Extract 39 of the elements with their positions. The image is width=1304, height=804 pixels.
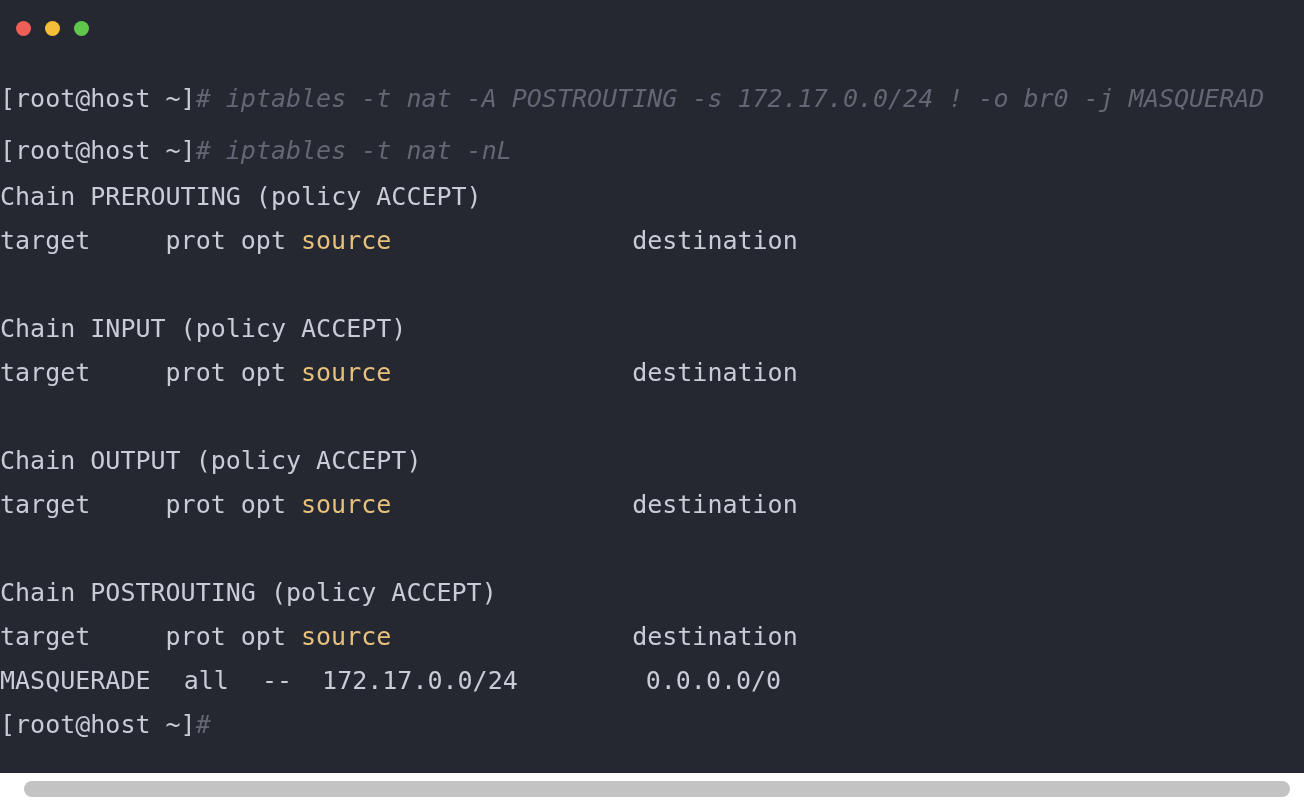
minimize-button[interactable] bbox=[45, 20, 60, 36]
chain-heading: Chain POSTROUTING (policy ACCEPT) bbox=[0, 578, 497, 607]
shell-prompt: [root@host ~] bbox=[0, 710, 196, 739]
column-heading: destination bbox=[632, 489, 798, 521]
column-heading: destination bbox=[632, 621, 798, 653]
column-heading: target bbox=[0, 621, 91, 653]
column-heading: source bbox=[301, 357, 392, 389]
column-heading: prot bbox=[165, 357, 226, 389]
column-heading: destination bbox=[632, 225, 798, 257]
column-heading: opt bbox=[240, 621, 286, 653]
close-button[interactable] bbox=[16, 20, 31, 36]
table-cell-text: -- bbox=[261, 665, 292, 697]
chain-heading: Chain INPUT (policy ACCEPT) bbox=[0, 314, 407, 343]
command-text: # iptables -t nat -nL bbox=[195, 136, 512, 165]
shell-prompt: [root@host ~] bbox=[0, 136, 196, 165]
column-heading: prot bbox=[165, 621, 226, 653]
column-heading: prot bbox=[165, 225, 226, 257]
column-heading: target bbox=[0, 357, 91, 389]
column-heading: opt bbox=[240, 225, 286, 257]
command-text: # iptables -t nat -A POSTROUTING -s 172.17.0.0/24 ! -o br0 -j MASQUERAD bbox=[195, 84, 1265, 113]
column-heading: prot bbox=[165, 489, 226, 521]
column-heading: source bbox=[301, 489, 392, 521]
chain-heading: Chain OUTPUT (policy ACCEPT) bbox=[0, 446, 422, 475]
table-cell-text: 172.17.0.0/24 bbox=[322, 665, 518, 697]
chain-heading: Chain PREROUTING (policy ACCEPT) bbox=[0, 182, 482, 211]
table-cell-text: 0.0.0.0/0 bbox=[645, 665, 782, 697]
column-heading: target bbox=[0, 225, 91, 257]
scrollbar-thumb[interactable] bbox=[24, 780, 1290, 797]
table-cell-text: all bbox=[183, 665, 229, 697]
zoom-button[interactable] bbox=[74, 20, 89, 36]
column-heading: source bbox=[301, 225, 392, 257]
shell-prompt: [root@host ~] bbox=[0, 84, 196, 113]
column-heading: destination bbox=[632, 357, 798, 389]
column-heading: target bbox=[0, 489, 91, 521]
column-heading: source bbox=[301, 621, 392, 653]
column-heading: opt bbox=[240, 489, 286, 521]
column-heading: opt bbox=[240, 357, 286, 389]
table-cell-text: MASQUERADE bbox=[0, 665, 151, 697]
command-text: # bbox=[195, 710, 211, 739]
